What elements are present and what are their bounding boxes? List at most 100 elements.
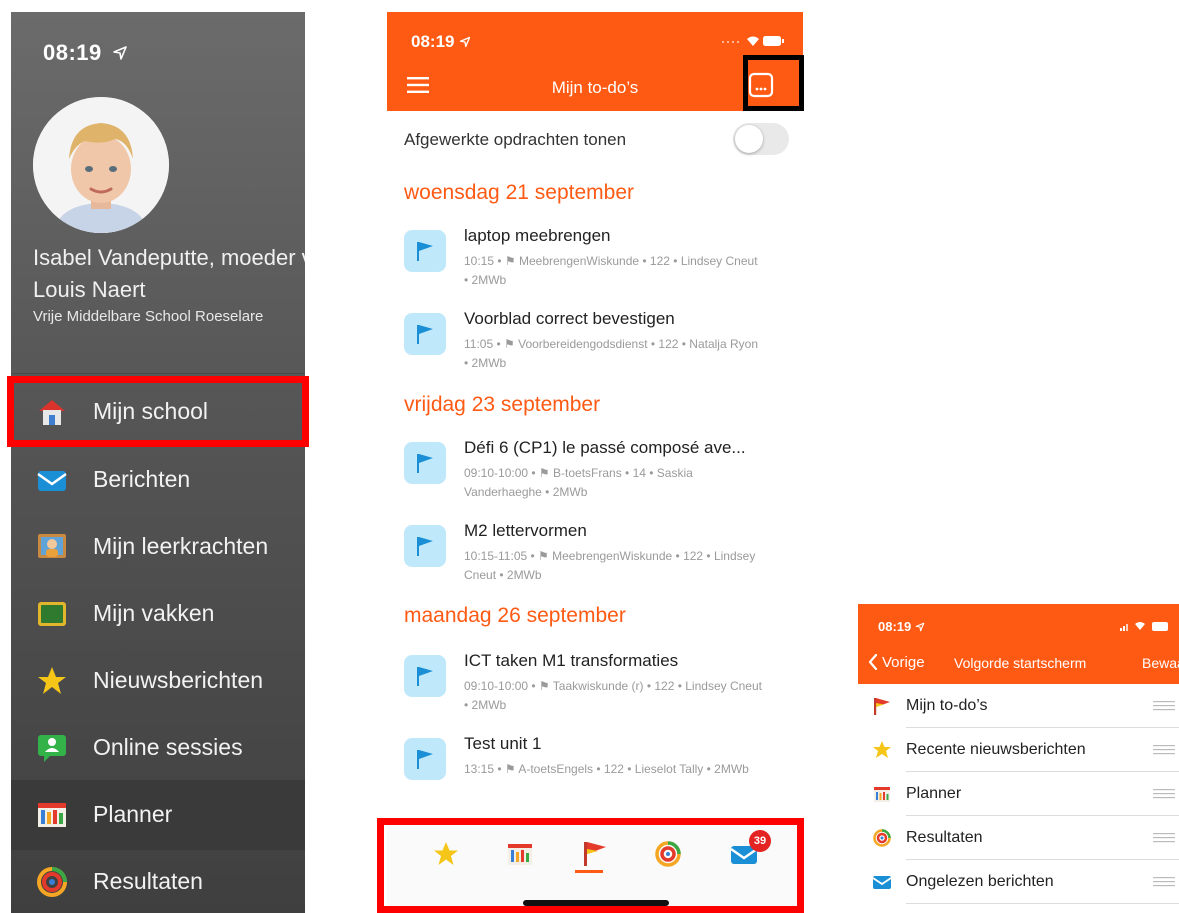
star-icon [38,667,66,694]
nav-item-online-sessies[interactable]: Online sessies [11,716,305,780]
task-item[interactable]: Voorblad correct bevestigen 11:05 • ⚑ Vo… [387,305,803,385]
nav-item-resultaten[interactable]: Resultaten [11,850,305,913]
nav-item-planner[interactable]: Planner [11,780,305,850]
active-tab-indicator [575,870,603,873]
tab-star-icon[interactable] [431,839,461,869]
order-header: 08:19 Vorige Volgorde startscherm Bewaar [858,604,1179,684]
divider [11,373,305,374]
location-arrow-icon [113,46,128,60]
home-icon [39,400,65,425]
todo-header: 08:19 Mijn to-do’s [387,12,803,111]
tab-planner-icon[interactable] [505,839,535,869]
chevron-left-icon [868,653,878,671]
nav-item-nieuwsberichten[interactable]: Nieuwsberichten [11,649,305,713]
order-item-unread-messages[interactable]: Ongelezen berichten [858,860,1179,904]
star-icon [873,741,891,758]
navigation-drawer: 08:19 Isabel Vandeputte, moeder van Loui… [11,12,305,913]
drag-handle-icon[interactable] [1153,833,1175,843]
drag-handle-icon[interactable] [1153,701,1175,711]
planner-icon [874,787,890,802]
status-time-text: 08:19 [43,40,102,65]
nav-item-label: Berichten [93,466,191,492]
flag-icon [404,738,446,780]
task-meta: 10:15-11:05 • ⚑ MeebrengenWiskunde • 122… [464,549,756,582]
drag-handle-icon[interactable] [1153,745,1175,755]
day-heading: vrijdag 23 september [404,393,601,416]
order-item-results[interactable]: Resultaten [858,816,1179,860]
task-title: Test unit 1 [464,734,542,753]
avatar[interactable] [33,97,169,233]
avatar-photo [33,97,169,233]
flag-icon [404,230,446,272]
nav-item-label: Planner [93,801,173,827]
save-button[interactable]: Bewaar [1142,655,1179,671]
online-session-icon [38,735,66,762]
task-title: Défi 6 (CP1) le passé composé ave... [464,438,746,457]
results-icon [37,867,67,897]
task-meta: 09:10-10:00 • ⚑ B-toetsFrans • 14 • Sask… [464,466,693,499]
tab-flag-icon[interactable] [580,839,610,869]
order-item-label: Mijn to-do’s [906,697,988,714]
status-time: 08:19 [411,32,471,52]
status-time-text: 08:19 [878,619,912,634]
page-title: Mijn to-do’s [551,78,639,97]
nav-item-mijn-school[interactable]: Mijn school [11,380,305,444]
task-meta: 09:10-10:00 • ⚑ Taakwiskunde (r) • 122 •… [464,679,762,712]
order-item-label: Recente nieuwsberichten [906,741,1086,758]
order-item-label: Planner [906,785,962,802]
flag-icon [404,442,446,484]
chat-icon[interactable] [748,72,774,98]
nav-item-label: Online sessies [93,734,243,760]
mail-icon [872,876,892,889]
task-item[interactable]: M2 lettervormen 10:15-11:05 • ⚑ Meebreng… [387,517,803,597]
status-time: 08:19 [43,40,128,66]
back-button[interactable]: Vorige [868,653,925,671]
nav-item-berichten[interactable]: Berichten [11,448,305,512]
location-arrow-icon [460,36,471,48]
nav-item-mijn-leerkrachten[interactable]: Mijn leerkrachten [11,515,305,579]
task-item[interactable]: ICT taken M1 transformaties 09:10-10:00 … [387,647,803,727]
nav-item-label: Mijn leerkrachten [93,533,269,559]
drag-handle-icon[interactable] [1153,789,1175,799]
nav-item-label: Mijn vakken [93,600,215,626]
task-title: ICT taken M1 transformaties [464,651,679,670]
user-child: Louis Naert [33,277,146,302]
status-icons [1120,622,1168,631]
drag-handle-icon[interactable] [1153,877,1175,887]
blackboard-icon [38,602,66,626]
order-item-label: Resultaten [906,829,983,846]
unread-badge: 39 [749,830,771,852]
order-item-planner[interactable]: Planner [858,772,1179,816]
task-meta: 11:05 • ⚑ Voorbereidengodsdienst • 122 •… [464,337,758,370]
status-time-text: 08:19 [411,32,455,51]
teacher-icon [38,534,66,558]
show-completed-toggle[interactable] [733,123,789,155]
task-title: M2 lettervormen [464,521,587,540]
nav-item-label: Mijn school [93,398,209,424]
show-completed-label: Afgewerkte opdrachten tonen [404,130,627,149]
home-indicator [523,900,669,906]
todo-screen: 08:19 Mijn to-do’s Afgewerkte opdrachten… [387,12,803,913]
toggle-knob [735,125,763,153]
flag-icon [404,655,446,697]
task-item[interactable]: Défi 6 (CP1) le passé composé ave... 09:… [387,434,803,514]
order-item-todos[interactable]: Mijn to-do’s [858,684,1179,728]
day-heading: maandag 26 september [404,604,626,627]
order-item-news[interactable]: Recente nieuwsberichten [858,728,1179,772]
nav-item-mijn-vakken[interactable]: Mijn vakken [11,582,305,646]
flag-icon [874,698,890,715]
planner-icon [38,803,66,827]
back-label: Vorige [882,654,925,671]
task-meta: 10:15 • ⚑ MeebrengenWiskunde • 122 • Lin… [464,254,758,287]
nav-item-label: Resultaten [93,868,203,894]
task-item[interactable]: Test unit 1 13:15 • ⚑ A-toetsEngels • 12… [387,730,803,810]
status-icons [722,36,784,46]
tab-results-icon[interactable] [653,839,683,869]
day-heading: woensdag 21 september [404,181,634,204]
task-item[interactable]: laptop meebrengen 10:15 • ⚑ MeebrengenWi… [387,222,803,302]
user-name: Isabel Vandeputte, moeder van [33,245,305,270]
user-name-block: Isabel Vandeputte, moeder van Louis Naer… [33,242,305,306]
status-time: 08:19 [878,619,925,634]
task-title: laptop meebrengen [464,226,611,245]
show-completed-row: Afgewerkte opdrachten tonen [387,111,803,171]
